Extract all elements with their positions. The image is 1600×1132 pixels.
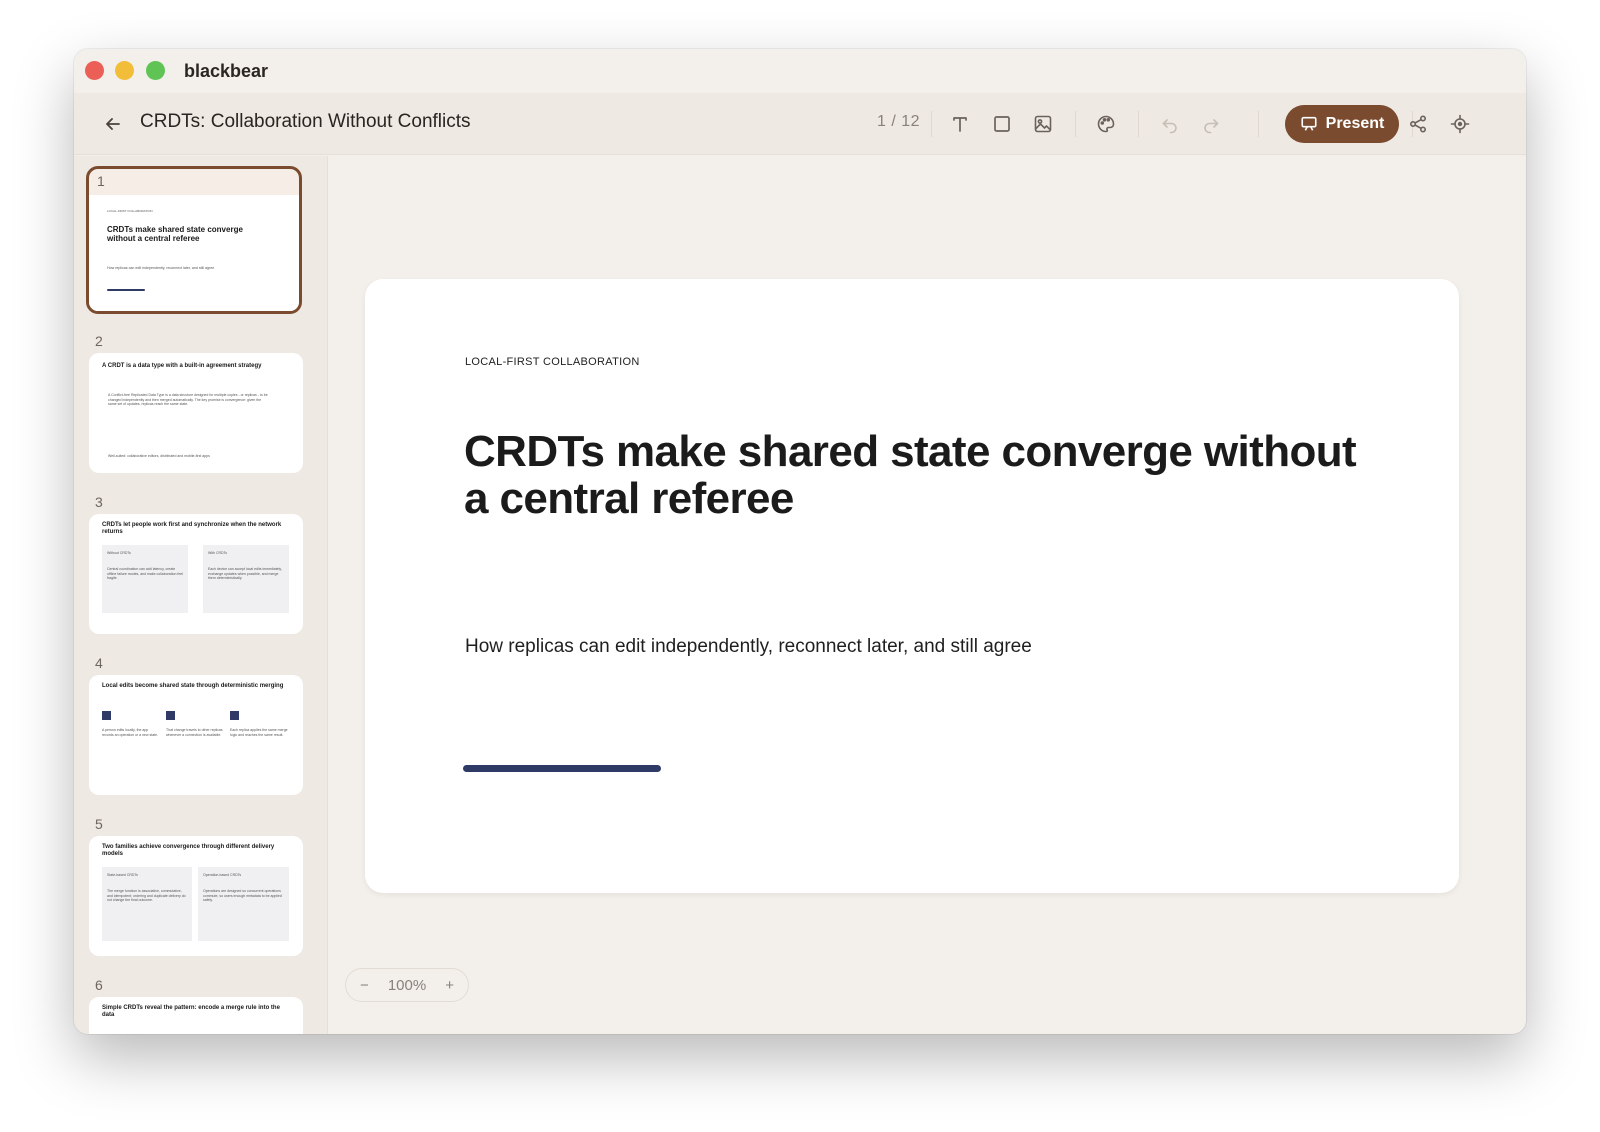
slide-eyebrow[interactable]: LOCAL-FIRST COLLABORATION bbox=[465, 356, 640, 368]
back-button[interactable] bbox=[98, 109, 128, 139]
mini-column-box: With CRDTs Each device can accept local … bbox=[203, 545, 289, 613]
slide-accent-bar[interactable] bbox=[463, 765, 661, 772]
maximize-window-button[interactable] bbox=[146, 61, 165, 80]
mini-col-text: The merge function is associative, commu… bbox=[107, 889, 186, 903]
mini-step-marker bbox=[230, 711, 239, 720]
shape-tool-button[interactable] bbox=[986, 108, 1018, 140]
toolbar-divider bbox=[1258, 111, 1259, 137]
thumbnail-card[interactable]: Two families achieve convergence through… bbox=[89, 836, 303, 956]
slide-subtitle[interactable]: How replicas can edit independently, rec… bbox=[465, 636, 1032, 658]
share-button[interactable] bbox=[1402, 108, 1434, 140]
theme-button[interactable] bbox=[1090, 108, 1122, 140]
image-tool-button[interactable] bbox=[1027, 108, 1059, 140]
toolbar-divider bbox=[931, 111, 932, 137]
undo-button[interactable] bbox=[1154, 108, 1186, 140]
mini-column-box: State-based CRDTs The merge function is … bbox=[102, 867, 192, 941]
thumbnail-card[interactable]: Local edits become shared state through … bbox=[89, 675, 303, 795]
mini-accent-bar bbox=[107, 289, 145, 291]
zoom-out-button[interactable]: − bbox=[360, 977, 369, 994]
app-window: blackbear CRDTs: Collaboration Without C… bbox=[74, 49, 1526, 1034]
mini-footer: Well-suited: collaborative editors, dist… bbox=[108, 454, 210, 458]
selected-thumbnail-frame[interactable]: 1 LOCAL-FIRST COLLABORATION CRDTs make s… bbox=[86, 166, 302, 314]
redo-button[interactable] bbox=[1195, 108, 1227, 140]
mini-step-text: Each replica applies the same merge logi… bbox=[230, 728, 288, 737]
text-icon bbox=[953, 117, 967, 132]
mini-subtitle: How replicas can edit independently, rec… bbox=[107, 266, 215, 270]
close-window-button[interactable] bbox=[85, 61, 104, 80]
thumbnail-card[interactable]: A CRDT is a data type with a built-in ag… bbox=[89, 353, 303, 473]
text-tool-button[interactable] bbox=[944, 108, 976, 140]
title-bar: blackbear bbox=[74, 49, 1526, 93]
redo-icon bbox=[1204, 119, 1219, 134]
mini-eyebrow: LOCAL-FIRST COLLABORATION bbox=[107, 209, 153, 213]
slide-number: 4 bbox=[95, 655, 103, 671]
slide-canvas: LOCAL-FIRST COLLABORATION CRDTs make sha… bbox=[329, 156, 1526, 1034]
presentation-icon bbox=[1301, 116, 1317, 131]
mini-column-box: Without CRDTs Central coordination can a… bbox=[102, 545, 188, 613]
thumbnail-card[interactable]: Simple CRDTs reveal the pattern: encode … bbox=[89, 997, 303, 1034]
slide-number: 6 bbox=[95, 977, 103, 993]
mini-step-text: A person edits locally, the app records … bbox=[102, 728, 159, 737]
slide-number: 2 bbox=[95, 333, 103, 349]
palette-icon bbox=[1097, 115, 1115, 133]
mini-step-marker bbox=[102, 711, 111, 720]
app-name: blackbear bbox=[184, 61, 269, 81]
mini-col-title: Operation-based CRDTs bbox=[203, 873, 242, 877]
slide-editor[interactable]: LOCAL-FIRST COLLABORATION CRDTs make sha… bbox=[365, 279, 1459, 893]
mini-title: Local edits become shared state through … bbox=[102, 683, 284, 689]
undo-icon bbox=[1162, 119, 1177, 134]
thumbnail-card[interactable]: CRDTs let people work first and synchron… bbox=[89, 514, 303, 634]
mini-step-text: That change travels to other replicas wh… bbox=[166, 728, 223, 737]
present-button[interactable]: Present bbox=[1285, 105, 1399, 143]
mini-col-text: Each device can accept local edits immed… bbox=[208, 567, 282, 581]
mini-col-title: Without CRDTs bbox=[107, 551, 131, 555]
mini-title: Two families achieve convergence through… bbox=[102, 844, 275, 857]
mini-col-title: State-based CRDTs bbox=[107, 873, 138, 877]
mini-title: CRDTs make shared state converge without… bbox=[107, 225, 243, 244]
minimize-window-button[interactable] bbox=[115, 61, 134, 80]
square-icon bbox=[994, 116, 1010, 132]
crosshair-icon bbox=[1450, 114, 1470, 134]
toolbar-divider bbox=[1138, 111, 1139, 137]
mini-column-box: Operation-based CRDTs Operations are des… bbox=[198, 867, 289, 941]
toolbar-divider bbox=[1075, 111, 1076, 137]
mini-title: CRDTs let people work first and synchron… bbox=[102, 522, 282, 535]
mini-title: Simple CRDTs reveal the pattern: encode … bbox=[102, 1005, 280, 1018]
mini-col-title: With CRDTs bbox=[208, 551, 228, 555]
arrow-left-icon bbox=[106, 118, 120, 130]
focus-button[interactable] bbox=[1444, 108, 1476, 140]
present-label: Present bbox=[1325, 115, 1385, 132]
image-icon bbox=[1034, 115, 1052, 133]
zoom-control: − 100% + bbox=[345, 968, 469, 1002]
zoom-level: 100% bbox=[387, 976, 427, 994]
toolbar: CRDTs: Collaboration Without Conflicts 1… bbox=[74, 93, 1526, 155]
slide-number: 1 bbox=[97, 173, 105, 189]
mini-title: A CRDT is a data type with a built-in ag… bbox=[102, 363, 262, 369]
mini-step-marker bbox=[166, 711, 175, 720]
slide-number: 5 bbox=[95, 816, 103, 832]
zoom-in-button[interactable]: + bbox=[445, 977, 454, 994]
mini-body: A Conflict-free Replicated Data Type is … bbox=[108, 393, 268, 407]
document-title[interactable]: CRDTs: Collaboration Without Conflicts bbox=[140, 111, 471, 133]
slide-thumbnail-panel: 1 LOCAL-FIRST COLLABORATION CRDTs make s… bbox=[74, 156, 328, 1034]
slide-number: 3 bbox=[95, 494, 103, 510]
page-counter: 1 / 12 bbox=[877, 113, 921, 130]
slide-title[interactable]: CRDTs make shared state converge without… bbox=[464, 428, 1364, 522]
share-icon bbox=[1409, 115, 1427, 133]
mini-col-text: Operations are designed so concurrent op… bbox=[203, 889, 282, 903]
mini-col-text: Central coordination can add latency, cr… bbox=[107, 567, 184, 581]
